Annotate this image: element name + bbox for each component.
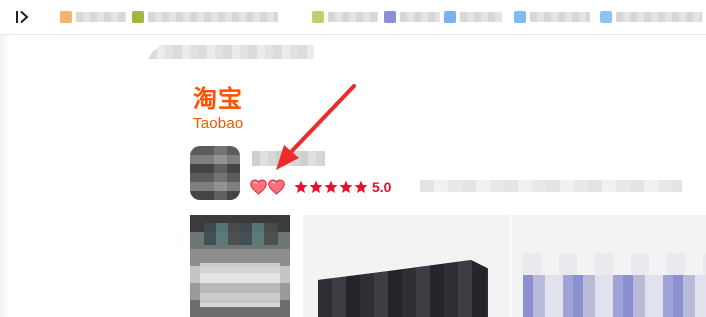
bookmark-label <box>616 12 702 22</box>
seller-rating-hearts <box>250 179 285 195</box>
bookmark-label <box>530 12 590 22</box>
product-thumbnail[interactable] <box>190 215 290 317</box>
star-icon <box>339 180 353 193</box>
sidebar-expand-icon[interactable] <box>15 9 33 25</box>
bookmark-favicon <box>444 11 456 23</box>
logo-chinese-text: 淘宝 <box>193 86 243 113</box>
star-icon <box>354 180 368 193</box>
bookmark-favicon <box>132 11 144 23</box>
taobao-logo[interactable]: 淘宝 Taobao <box>193 86 257 132</box>
bookmark-label <box>76 12 126 22</box>
bookmark-label <box>148 12 278 22</box>
bookmark-label <box>328 12 378 22</box>
divider <box>510 215 512 317</box>
bookmark-favicon <box>600 11 612 23</box>
bookmark-label <box>460 12 502 22</box>
shop-name-redacted[interactable] <box>252 151 325 166</box>
panel-shadow <box>0 35 10 317</box>
star-icon <box>324 180 338 193</box>
product-image-region <box>523 275 706 317</box>
shop-description-redacted <box>420 180 682 192</box>
product-image-region <box>523 253 706 275</box>
bookmark-favicon <box>312 11 324 23</box>
star-icon <box>309 180 323 193</box>
heart-icon <box>268 179 285 195</box>
product-banner[interactable] <box>303 215 706 317</box>
bookmark-favicon <box>514 11 526 23</box>
rating-score: 5.0 <box>372 179 392 195</box>
star-icon <box>294 180 308 193</box>
bookmark-favicon <box>384 11 396 23</box>
bookmarks-bar <box>0 0 706 35</box>
heart-icon <box>250 179 267 195</box>
bookmark-favicon <box>60 11 72 23</box>
bookmark-label <box>400 12 440 22</box>
store-rating-stars <box>294 180 368 194</box>
product-image-region <box>318 260 488 317</box>
shop-avatar[interactable] <box>190 146 240 200</box>
logo-english-text: Taobao <box>193 115 244 132</box>
page-heading-redacted <box>148 45 314 59</box>
